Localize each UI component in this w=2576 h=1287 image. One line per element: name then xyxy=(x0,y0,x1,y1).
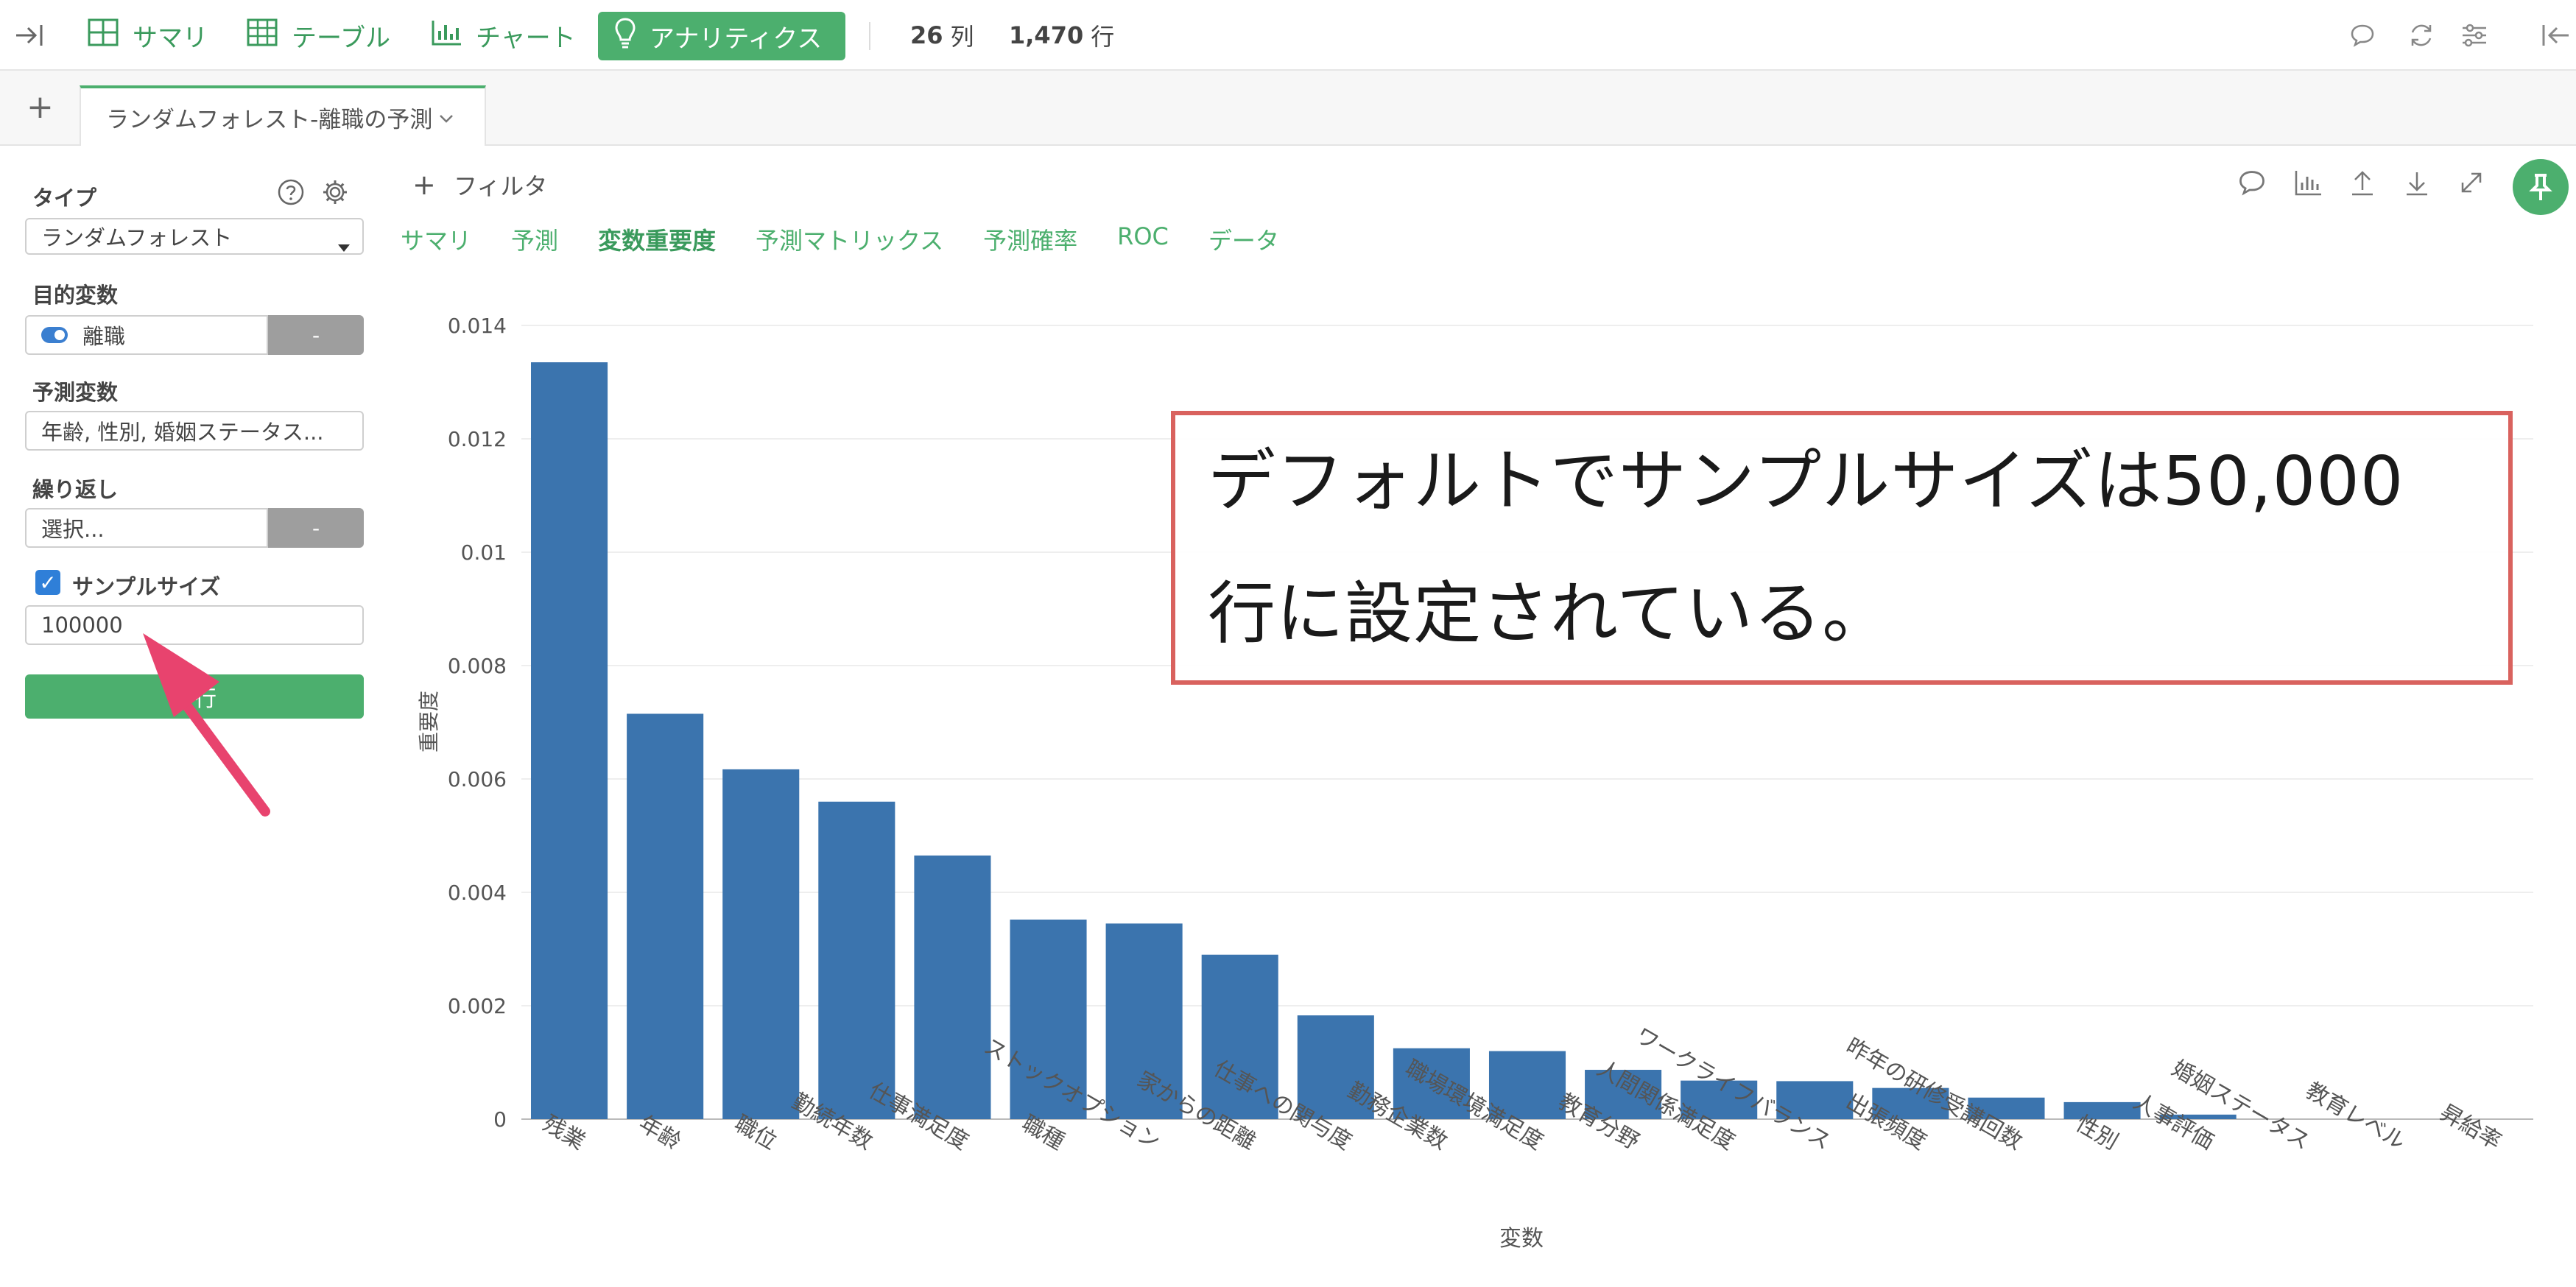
x-tick-label: 昇給率 xyxy=(2435,1100,2505,1155)
subtab-data[interactable]: データ xyxy=(1208,222,1279,256)
filter-label: フィルタ xyxy=(454,172,548,200)
chart-summary-icon[interactable] xyxy=(2293,168,2326,200)
y-tick-label: 0.004 xyxy=(448,881,507,905)
annotation-callout: デフォルトでサンプルサイズは50,000 行に設定されている。 xyxy=(1171,411,2513,685)
y-tick-label: 0.014 xyxy=(448,314,507,338)
y-tick-label: 0.012 xyxy=(448,427,507,451)
y-tick-label: 0.01 xyxy=(461,540,507,565)
subtab-prediction[interactable]: 予測 xyxy=(511,222,558,256)
repeat-field[interactable]: 選択... - xyxy=(25,508,364,548)
sample-size-label: サンプルサイズ xyxy=(72,574,221,599)
sample-size-checkbox[interactable]: ✓ xyxy=(35,570,60,595)
y-axis-label: 重要度 xyxy=(417,691,441,752)
table-view-label: テーブル xyxy=(292,23,390,53)
y-tick-label: 0.006 xyxy=(448,767,507,791)
y-tick-label: 0 xyxy=(493,1107,507,1132)
target-variable-clear-button[interactable]: - xyxy=(268,315,364,355)
target-variable-field[interactable]: 離職 - xyxy=(25,315,364,355)
subtab-prediction-probability[interactable]: 予測確率 xyxy=(983,222,1077,256)
chevron-down-icon xyxy=(438,104,454,130)
analytics-view-button[interactable]: アナリティクス xyxy=(598,12,846,60)
row-count-value: 1,470 xyxy=(1009,21,1084,49)
model-type-value: ランダムフォレスト xyxy=(41,225,233,250)
summary-view-button[interactable]: サマリ xyxy=(87,0,208,71)
subtab-prediction-matrix[interactable]: 予測マトリックス xyxy=(756,222,943,256)
grid-icon xyxy=(87,18,119,54)
predictor-variables-label: 予測変数 xyxy=(32,380,119,405)
subtab-roc[interactable]: ROC xyxy=(1117,222,1169,256)
plus-icon: + xyxy=(412,169,436,201)
gear-icon[interactable] xyxy=(321,178,349,209)
help-icon[interactable] xyxy=(277,178,305,209)
bar-chart-icon xyxy=(430,18,462,54)
settings-sliders-icon[interactable] xyxy=(2460,0,2489,71)
predictor-variables-value: 年齢, 性別, 婚姻ステータス... xyxy=(41,420,324,445)
x-tick-label: 教育レベル xyxy=(2301,1078,2410,1155)
y-tick-label: 0.008 xyxy=(448,654,507,678)
upload-icon[interactable] xyxy=(2348,168,2380,200)
tab-random-forest[interactable]: ランダムフォレスト-離職の予測 xyxy=(80,85,486,146)
comment-icon[interactable] xyxy=(2237,168,2270,200)
sample-size-value: 100000 xyxy=(41,613,123,638)
refresh-icon[interactable] xyxy=(2407,0,2436,71)
table-icon xyxy=(246,18,278,54)
callout-arrow xyxy=(143,633,270,817)
bar[interactable] xyxy=(914,855,991,1119)
predictor-variables-input[interactable]: 年齢, 性別, 婚姻ステータス... xyxy=(25,411,364,451)
toggle-icon[interactable] xyxy=(41,327,68,343)
target-variable-label: 目的変数 xyxy=(32,283,119,308)
annotation-line-1: デフォルトでサンプルサイズは50,000 xyxy=(1208,442,2404,521)
caret-down-icon xyxy=(337,233,351,253)
summary-view-label: サマリ xyxy=(133,23,208,53)
comment-icon[interactable] xyxy=(2349,0,2376,71)
pin-button[interactable] xyxy=(2513,159,2569,215)
column-count-unit: 列 xyxy=(950,23,974,51)
row-count-unit: 行 xyxy=(1091,23,1115,51)
subtab-variable-importance[interactable]: 変数重要度 xyxy=(598,222,716,256)
column-count: 26 列 xyxy=(910,0,974,71)
download-icon[interactable] xyxy=(2402,168,2435,200)
tab-label: ランダムフォレスト-離職の予測 xyxy=(106,106,433,133)
analytics-subtabs: サマリ 予測 変数重要度 予測マトリックス 予測確率 ROC データ xyxy=(401,222,1319,256)
lightbulb-icon xyxy=(614,17,636,56)
bar[interactable] xyxy=(818,801,895,1119)
bar[interactable] xyxy=(722,769,800,1119)
bar[interactable] xyxy=(627,713,704,1119)
collapse-right-icon[interactable] xyxy=(2539,0,2572,71)
bar[interactable] xyxy=(531,362,608,1119)
x-axis-label: 変数 xyxy=(1499,1226,1544,1252)
chart-view-button[interactable]: チャート xyxy=(430,0,576,71)
add-filter-button[interactable]: + フィルタ xyxy=(412,168,547,202)
expand-icon[interactable] xyxy=(2457,168,2489,200)
toolbar-divider xyxy=(869,22,870,50)
subtab-summary[interactable]: サマリ xyxy=(401,222,471,256)
target-variable-value: 離職 xyxy=(82,324,126,349)
model-type-select[interactable]: ランダムフォレスト xyxy=(25,218,364,255)
collapse-left-icon[interactable] xyxy=(13,0,46,71)
tab-bar: + ランダムフォレスト-離職の予測 xyxy=(0,71,2576,146)
x-tick-label: 昨年の研修受講回数 xyxy=(1842,1034,2027,1155)
annotation-line-2: 行に設定されている。 xyxy=(1208,574,1891,653)
column-count-value: 26 xyxy=(910,21,943,49)
target-variable-input[interactable]: 離職 xyxy=(25,315,268,355)
type-label: タイプ xyxy=(32,186,97,211)
pin-icon xyxy=(2529,174,2552,200)
analytics-view-label: アナリティクス xyxy=(650,24,823,54)
row-count: 1,470 行 xyxy=(1009,0,1114,71)
y-tick-label: 0.002 xyxy=(448,994,507,1018)
top-toolbar: サマリ テーブル チャート アナリティクス 26 列 1,470 行 xyxy=(0,0,2576,71)
add-tab-button[interactable]: + xyxy=(27,91,54,124)
chart-view-label: チャート xyxy=(476,23,576,53)
table-view-button[interactable]: テーブル xyxy=(246,0,390,71)
repeat-value: 選択... xyxy=(41,517,105,542)
repeat-label: 繰り返し xyxy=(32,477,119,502)
repeat-select[interactable]: 選択... xyxy=(25,508,268,548)
repeat-clear-button[interactable]: - xyxy=(268,508,364,548)
